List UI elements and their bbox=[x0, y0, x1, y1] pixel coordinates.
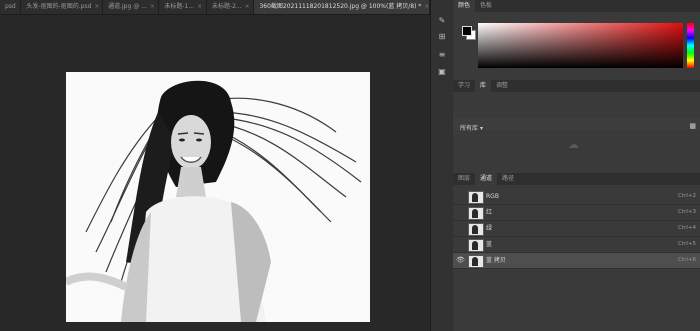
tab-label: 通道.jpg @ ... bbox=[108, 3, 147, 10]
document-tab[interactable]: 未标题-2... × bbox=[207, 0, 255, 14]
brush-settings-icon[interactable]: ✎ bbox=[437, 16, 447, 26]
properties-icon[interactable]: ≡ bbox=[437, 50, 447, 60]
channel-row[interactable]: 绿 Ctrl+4 bbox=[453, 221, 700, 237]
channel-name: 蓝 bbox=[486, 241, 493, 248]
channel-shortcut: Ctrl+5 bbox=[678, 241, 696, 247]
document-image[interactable] bbox=[66, 72, 370, 322]
tab-layers[interactable]: 图层 bbox=[453, 173, 475, 185]
close-icon[interactable]: × bbox=[94, 3, 99, 10]
document-tab[interactable]: 通道.jpg @ ... × bbox=[103, 0, 160, 14]
creative-cloud-icon: ☁ bbox=[568, 138, 579, 151]
tab-label: psd bbox=[5, 3, 16, 10]
grid-view-icon[interactable]: ▦ bbox=[689, 122, 696, 130]
color-spectrum[interactable] bbox=[478, 23, 683, 68]
document-tab[interactable]: psd bbox=[0, 0, 22, 14]
channels-panel-tabs: 图层 通道 路径 bbox=[453, 173, 700, 185]
document-tab[interactable]: 头发-抠图的-抠图的.psd × bbox=[21, 0, 104, 14]
visibility-toggle[interactable] bbox=[456, 208, 465, 217]
adjust-icon[interactable]: ⊞ bbox=[437, 32, 447, 42]
channel-thumbnail bbox=[468, 207, 484, 220]
channel-shortcut: Ctrl+6 bbox=[678, 257, 696, 263]
channel-name: RGB bbox=[486, 193, 499, 200]
tab-learn[interactable]: 学习 bbox=[453, 80, 475, 92]
chevron-down-icon: ▾ bbox=[479, 125, 483, 132]
canvas-area[interactable] bbox=[0, 15, 430, 331]
tab-paths[interactable]: 路径 bbox=[497, 173, 519, 185]
color-panel-tabs: 颜色 色板 bbox=[453, 0, 700, 12]
library-dropdown-label: 所有库 bbox=[460, 125, 479, 132]
channel-name: 绿 bbox=[486, 225, 493, 232]
tab-adjustments[interactable]: 调整 bbox=[491, 80, 513, 92]
document-tab-active[interactable]: 360截图20211118201812520.jpg @ 100%(蓝 拷贝/8… bbox=[254, 0, 430, 14]
library-toolbar bbox=[453, 118, 700, 130]
libraries-panel: 学习 库 调整 所有库 ▾ ▦ ☁ bbox=[453, 80, 700, 173]
hue-slider[interactable] bbox=[687, 23, 694, 68]
channel-thumbnail bbox=[468, 255, 484, 268]
channels-panel: 图层 通道 路径 RGB Ctrl+2 红 Ctrl+3 绿 Ctrl+4 蓝 … bbox=[453, 173, 700, 331]
foreground-color-swatch[interactable] bbox=[462, 26, 472, 36]
libraries-panel-tabs: 学习 库 调整 bbox=[453, 80, 700, 92]
tab-channels[interactable]: 通道 bbox=[475, 173, 498, 185]
channel-row-selected[interactable]: 👁 蓝 拷贝 Ctrl+6 bbox=[453, 253, 700, 269]
library-dropdown[interactable]: 所有库 ▾ bbox=[460, 123, 483, 132]
close-icon[interactable]: × bbox=[150, 3, 155, 10]
close-icon[interactable]: × bbox=[197, 3, 202, 10]
channel-name: 蓝 拷贝 bbox=[486, 257, 506, 264]
channel-thumbnail bbox=[468, 239, 484, 252]
tab-label: 头发-抠图的-抠图的.psd bbox=[26, 3, 92, 10]
close-icon[interactable]: × bbox=[245, 3, 250, 10]
channel-thumbnail bbox=[468, 191, 484, 204]
visibility-toggle[interactable] bbox=[456, 192, 465, 201]
visibility-toggle[interactable] bbox=[456, 224, 465, 233]
eye-icon[interactable]: 👁 bbox=[456, 256, 465, 265]
channel-shortcut: Ctrl+2 bbox=[678, 193, 696, 199]
document-tab-bar: psd 头发-抠图的-抠图的.psd × 通道.jpg @ ... × 未标题-1.… bbox=[0, 0, 430, 15]
color-panel: 颜色 色板 bbox=[453, 0, 700, 80]
close-icon[interactable]: × bbox=[424, 3, 429, 10]
panel-icon-strip: ✎ ⊞ ≡ ▣ bbox=[430, 0, 454, 331]
layers-comp-icon[interactable]: ▣ bbox=[437, 67, 447, 77]
tab-label: 未标题-1... bbox=[164, 3, 195, 10]
tab-color[interactable]: 颜色 bbox=[453, 0, 476, 12]
portrait-photo bbox=[66, 80, 362, 322]
document-tab[interactable]: 未标题-1... × bbox=[159, 0, 207, 14]
tab-libraries[interactable]: 库 bbox=[475, 80, 492, 92]
tab-label: 未标题-2... bbox=[211, 3, 242, 10]
channel-shortcut: Ctrl+4 bbox=[678, 225, 696, 231]
channel-row[interactable]: 红 Ctrl+3 bbox=[453, 205, 700, 221]
channel-name: 红 bbox=[486, 209, 493, 216]
channel-row[interactable]: 蓝 Ctrl+5 bbox=[453, 237, 700, 253]
channel-thumbnail bbox=[468, 223, 484, 236]
tab-swatches[interactable]: 色板 bbox=[475, 0, 497, 12]
panel-dock: 颜色 色板 学习 库 调整 所有库 ▾ ▦ ☁ 图层 通道 路径 RGB Ctr… bbox=[453, 0, 700, 331]
visibility-toggle[interactable] bbox=[456, 240, 465, 249]
channel-shortcut: Ctrl+3 bbox=[678, 209, 696, 215]
channel-row[interactable]: RGB Ctrl+2 bbox=[453, 189, 700, 205]
tab-label: 360截图20211118201812520.jpg @ 100%(蓝 拷贝/8… bbox=[259, 3, 422, 10]
